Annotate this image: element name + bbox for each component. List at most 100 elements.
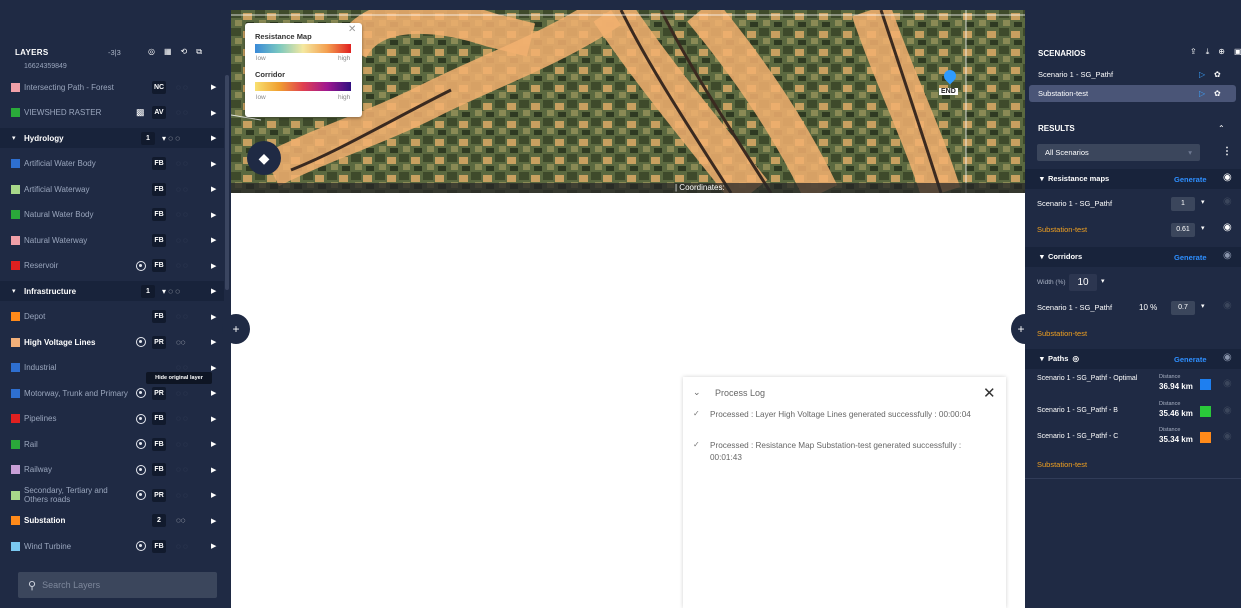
layer-item[interactable]: Artificial Water Body FB ◌ ◌ ▶ xyxy=(0,154,224,174)
layer-color-swatch[interactable] xyxy=(11,210,20,219)
corridor-value[interactable]: 0.7 xyxy=(1171,301,1195,315)
corridors-section[interactable]: ▾ Corridors Generate ◉ xyxy=(1025,247,1241,267)
layer-item[interactable]: VIEWSHED RASTER ▩ AV ◌ ◌ ▶ xyxy=(0,103,224,123)
chevron-right-icon[interactable]: ▶ xyxy=(211,262,216,270)
visibility-toggle-icon[interactable]: ◌ ◌ xyxy=(176,363,188,372)
chevron-down-icon[interactable]: ▾ xyxy=(1101,277,1105,285)
visibility-toggle-icon[interactable]: ◌ ◌ xyxy=(176,108,188,117)
chevron-right-icon[interactable]: ▶ xyxy=(211,542,216,550)
chevron-right-icon[interactable]: ▶ xyxy=(211,134,216,142)
layer-item[interactable]: Pipelines FB ◌ ◌ ▶ xyxy=(0,409,224,429)
layer-color-swatch[interactable] xyxy=(11,439,20,449)
gear-icon[interactable]: ✿ xyxy=(1214,70,1221,79)
layer-item[interactable]: Rail FB ◌ ◌ ▶ xyxy=(0,434,224,454)
scenario-filter-select[interactable]: All Scenarios ▾ xyxy=(1037,144,1200,161)
target-icon[interactable] xyxy=(136,439,146,449)
layer-item[interactable]: Natural Waterway FB ◌ ◌ ▶ xyxy=(0,230,224,250)
upload-icon[interactable]: ⇪ xyxy=(1190,47,1197,57)
layer-group-hydrology[interactable]: ▾ Hydrology 1 ▾ ◌ ◌ ▶ xyxy=(0,128,224,148)
chevron-down-icon[interactable]: ▾ xyxy=(1201,198,1205,206)
layer-color-swatch[interactable] xyxy=(11,516,20,525)
play-icon[interactable]: ▷ xyxy=(1199,70,1205,79)
layer-type-badge[interactable]: PR xyxy=(152,386,166,400)
corridor-row[interactable]: Substation-test xyxy=(1025,323,1241,345)
visibility-toggle-icon[interactable]: ◌ ◌ xyxy=(176,261,188,270)
info-icon[interactable]: ◎ xyxy=(1073,354,1080,363)
layer-color-swatch[interactable] xyxy=(11,312,20,321)
eye-icon[interactable]: ◉ xyxy=(1223,352,1232,363)
path-row[interactable]: Scenario 1 - SG_Pathf - Optimal Distance… xyxy=(1025,373,1241,399)
visibility-toggle-icon[interactable]: ◌ ◌ xyxy=(176,440,188,449)
eye-icon[interactable]: ◉ xyxy=(1223,222,1232,233)
layer-color-swatch[interactable] xyxy=(11,337,20,347)
layer-type-badge[interactable]: PR xyxy=(152,488,166,502)
layer-type-badge[interactable]: FB xyxy=(152,539,166,553)
trash-icon[interactable]: ▣ xyxy=(1234,47,1241,57)
chevron-right-icon[interactable]: ▶ xyxy=(211,338,216,346)
layer-type-badge[interactable]: FB xyxy=(152,259,166,272)
path-row[interactable]: Scenario 1 - SG_Pathf - B Distance 35.46… xyxy=(1025,400,1241,426)
layer-color-swatch[interactable] xyxy=(11,541,20,551)
layer-color-swatch[interactable] xyxy=(11,184,20,194)
eye-icon[interactable]: ◉ xyxy=(1223,431,1232,442)
close-icon[interactable]: ✕ xyxy=(348,24,356,35)
layer-type-badge[interactable]: FB xyxy=(152,233,166,247)
path-color-swatch[interactable] xyxy=(1200,379,1211,390)
chevron-down-icon[interactable]: ▾ xyxy=(12,134,16,142)
target-icon[interactable] xyxy=(136,413,146,424)
group-controls[interactable]: ▾ ◌ ◌ xyxy=(162,287,180,296)
chevron-down-icon[interactable]: ⌄ xyxy=(693,387,701,398)
layer-type-badge[interactable]: FB xyxy=(152,412,166,425)
layer-color-swatch[interactable] xyxy=(11,235,20,245)
chevron-right-icon[interactable]: ▶ xyxy=(211,160,216,168)
target-icon[interactable] xyxy=(136,388,146,398)
end-marker[interactable]: END xyxy=(937,67,961,102)
expand-left-button[interactable]: + xyxy=(222,314,250,344)
resistance-row[interactable]: Scenario 1 - SG_Pathf 1 ▾ ◉ xyxy=(1025,193,1241,215)
layer-item[interactable]: Wind Turbine FB ◌ ◌ ▶ xyxy=(0,536,224,556)
visibility-toggle-icon[interactable]: ◌ ◌ xyxy=(176,159,188,168)
layer-color-swatch[interactable] xyxy=(11,388,20,398)
layers-scrollbar[interactable] xyxy=(225,75,229,290)
layer-type-badge[interactable]: FB xyxy=(152,463,166,476)
chevron-right-icon[interactable]: ▶ xyxy=(211,491,216,499)
chevron-right-icon[interactable]: ▶ xyxy=(211,185,216,193)
layer-item[interactable]: Substation 2 ◌◌ ▶ xyxy=(0,511,224,531)
eye-icon[interactable]: ◉ xyxy=(1223,250,1232,261)
visibility-toggle-icon[interactable]: ◌ ◌ xyxy=(176,210,188,219)
path-row[interactable]: Scenario 1 - SG_Pathf - C Distance 35.34… xyxy=(1025,426,1241,452)
chevron-right-icon[interactable]: ▶ xyxy=(211,83,216,91)
layer-type-badge[interactable]: NC xyxy=(152,80,167,94)
chevron-right-icon[interactable]: ▶ xyxy=(211,440,216,448)
layer-color-swatch[interactable] xyxy=(11,414,20,423)
group-controls[interactable]: ▾ ◌ ◌ xyxy=(162,134,180,143)
visibility-toggle-icon[interactable]: ◌ ◌ xyxy=(176,414,188,423)
layer-group-infrastructure[interactable]: ▾ Infrastructure 1 ▾ ◌ ◌ ▶ xyxy=(0,281,224,301)
grid-icon[interactable]: ▦ xyxy=(164,47,172,57)
layer-type-badge[interactable]: FB xyxy=(152,157,166,170)
layer-type-badge[interactable]: FB xyxy=(152,310,166,323)
visibility-toggle-icon[interactable]: ◌ ◌ xyxy=(176,542,188,551)
scenario-item-selected[interactable]: Substation-test ▷ ✿ xyxy=(1029,85,1236,102)
checkerboard-icon[interactable]: ▩ xyxy=(136,107,145,118)
generate-corridors-button[interactable]: Generate xyxy=(1174,253,1207,262)
chevron-down-icon[interactable]: ▾ xyxy=(12,287,16,295)
layer-type-badge[interactable]: FB xyxy=(152,182,166,196)
resistance-value[interactable]: 0.61 xyxy=(1171,223,1195,237)
chevron-right-icon[interactable]: ▶ xyxy=(211,236,216,244)
layer-item[interactable]: Railway FB ◌ ◌ ▶ xyxy=(0,460,224,480)
paths-section[interactable]: ▾ Paths ◎ Generate ◉ xyxy=(1025,349,1241,369)
add-icon[interactable]: ⊕ xyxy=(1218,47,1225,57)
visibility-toggle-icon[interactable]: ◌ ◌ xyxy=(176,185,188,194)
chevron-right-icon[interactable]: ▶ xyxy=(211,313,216,321)
resistance-value[interactable]: 1 xyxy=(1171,197,1195,211)
width-value[interactable]: 10 xyxy=(1069,274,1097,291)
target-icon[interactable] xyxy=(136,260,146,271)
eye-icon[interactable]: ◉ xyxy=(1223,378,1232,389)
chevron-right-icon[interactable]: ▶ xyxy=(211,287,216,295)
visibility-toggle-icon[interactable]: ◌ ◌ xyxy=(176,491,188,500)
layer-type-badge[interactable]: FB xyxy=(152,437,166,451)
play-icon[interactable]: ▷ xyxy=(1199,89,1205,98)
visibility-toggle-icon[interactable]: ◌ ◌ xyxy=(176,465,188,474)
visibility-toggle-icon[interactable]: ◌ ◌ xyxy=(176,312,188,321)
